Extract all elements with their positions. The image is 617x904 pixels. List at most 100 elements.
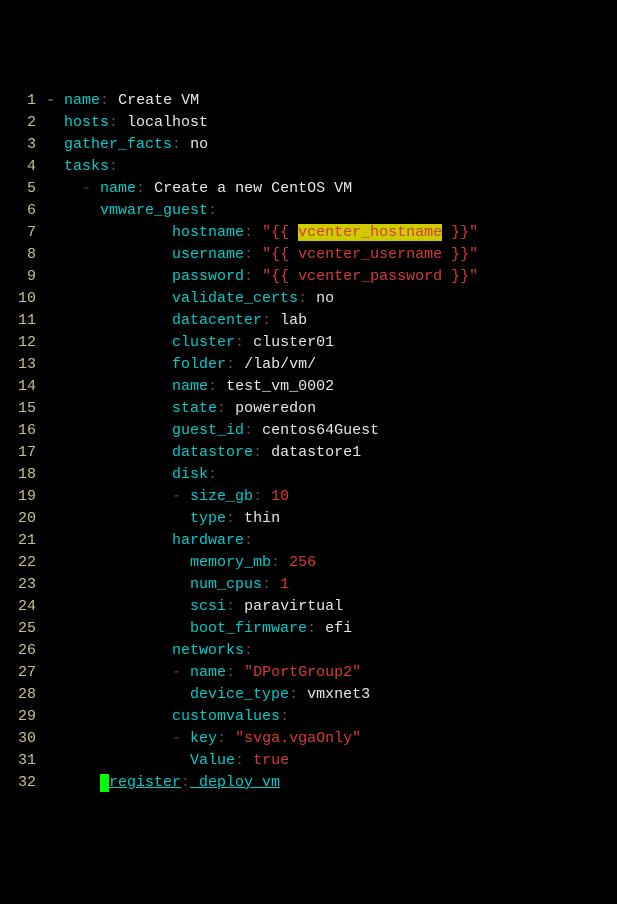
- line-content[interactable]: state: poweredon: [46, 398, 617, 420]
- code-line[interactable]: 5 - name: Create a new CentOS VM: [0, 178, 617, 200]
- token: device_type: [190, 686, 289, 703]
- code-line[interactable]: 16 guest_id: centos64Guest: [0, 420, 617, 442]
- line-content[interactable]: - name: "DPortGroup2": [46, 662, 617, 684]
- token: :: [235, 334, 244, 351]
- token: [253, 246, 262, 263]
- code-line[interactable]: 19 - size_gb: 10: [0, 486, 617, 508]
- token: [46, 598, 190, 615]
- code-line[interactable]: 26 networks:: [0, 640, 617, 662]
- token: :: [217, 730, 226, 747]
- line-content[interactable]: folder: /lab/vm/: [46, 354, 617, 376]
- token: [46, 488, 172, 505]
- code-line[interactable]: 30 - key: "svga.vgaOnly": [0, 728, 617, 750]
- code-line[interactable]: 24 scsi: paravirtual: [0, 596, 617, 618]
- line-content[interactable]: name: test_vm_0002: [46, 376, 617, 398]
- line-content[interactable]: tasks:: [46, 156, 617, 178]
- code-line[interactable]: 3 gather_facts: no: [0, 134, 617, 156]
- token: gather_facts: [64, 136, 172, 153]
- code-line[interactable]: 4 tasks:: [0, 156, 617, 178]
- code-line[interactable]: 22 memory_mb: 256: [0, 552, 617, 574]
- line-content[interactable]: customvalues:: [46, 706, 617, 728]
- code-line[interactable]: 7 hostname: "{{ vcenter_hostname }}": [0, 222, 617, 244]
- line-content[interactable]: - name: Create a new CentOS VM: [46, 178, 617, 200]
- line-content[interactable]: password: "{{ vcenter_password }}": [46, 266, 617, 288]
- line-content[interactable]: register: deploy_vm: [46, 772, 617, 794]
- line-number: 19: [0, 486, 46, 508]
- code-line[interactable]: 12 cluster: cluster01: [0, 332, 617, 354]
- line-content[interactable]: cluster: cluster01: [46, 332, 617, 354]
- line-content[interactable]: datastore: datastore1: [46, 442, 617, 464]
- token: [271, 576, 280, 593]
- line-content[interactable]: - size_gb: 10: [46, 486, 617, 508]
- line-content[interactable]: - key: "svga.vgaOnly": [46, 728, 617, 750]
- code-line[interactable]: 11 datacenter: lab: [0, 310, 617, 332]
- token: [46, 422, 172, 439]
- code-line[interactable]: 8 username: "{{ vcenter_username }}": [0, 244, 617, 266]
- line-content[interactable]: hardware:: [46, 530, 617, 552]
- code-line[interactable]: 18 disk:: [0, 464, 617, 486]
- code-line[interactable]: 27 - name: "DPortGroup2": [0, 662, 617, 684]
- code-line[interactable]: 1- name: Create VM: [0, 90, 617, 112]
- line-content[interactable]: hosts: localhost: [46, 112, 617, 134]
- line-content[interactable]: disk:: [46, 464, 617, 486]
- code-line[interactable]: 13 folder: /lab/vm/: [0, 354, 617, 376]
- line-content[interactable]: guest_id: centos64Guest: [46, 420, 617, 442]
- line-content[interactable]: type: thin: [46, 508, 617, 530]
- code-line[interactable]: 15 state: poweredon: [0, 398, 617, 420]
- code-line[interactable]: 9 password: "{{ vcenter_password }}": [0, 266, 617, 288]
- token: :: [235, 752, 244, 769]
- token: size_gb: [190, 488, 253, 505]
- code-line[interactable]: 28 device_type: vmxnet3: [0, 684, 617, 706]
- code-line[interactable]: 29 customvalues:: [0, 706, 617, 728]
- line-content[interactable]: boot_firmware: efi: [46, 618, 617, 640]
- token: [46, 312, 172, 329]
- token: :: [100, 92, 109, 109]
- token: localhost: [118, 114, 208, 131]
- token: [46, 620, 190, 637]
- line-content[interactable]: num_cpus: 1: [46, 574, 617, 596]
- token: [46, 686, 190, 703]
- code-line[interactable]: 6 vmware_guest:: [0, 200, 617, 222]
- token: key: [190, 730, 217, 747]
- token: [46, 268, 172, 285]
- line-content[interactable]: - name: Create VM: [46, 90, 617, 112]
- code-line[interactable]: 21 hardware:: [0, 530, 617, 552]
- line-content[interactable]: gather_facts: no: [46, 134, 617, 156]
- token: :: [244, 532, 253, 549]
- line-content[interactable]: validate_certs: no: [46, 288, 617, 310]
- line-content[interactable]: networks:: [46, 640, 617, 662]
- token: hostname: [172, 224, 244, 241]
- token: paravirtual: [235, 598, 343, 615]
- code-line[interactable]: 20 type: thin: [0, 508, 617, 530]
- line-number: 30: [0, 728, 46, 750]
- token: name: [190, 664, 226, 681]
- line-number: 29: [0, 706, 46, 728]
- line-content[interactable]: hostname: "{{ vcenter_hostname }}": [46, 222, 617, 244]
- code-line[interactable]: 14 name: test_vm_0002: [0, 376, 617, 398]
- code-line[interactable]: 32 register: deploy_vm: [0, 772, 617, 794]
- line-content[interactable]: device_type: vmxnet3: [46, 684, 617, 706]
- line-number: 22: [0, 552, 46, 574]
- line-content[interactable]: vmware_guest:: [46, 200, 617, 222]
- token: :: [244, 422, 253, 439]
- token: [280, 554, 289, 571]
- line-content[interactable]: scsi: paravirtual: [46, 596, 617, 618]
- token: [46, 708, 172, 725]
- code-line[interactable]: 17 datastore: datastore1: [0, 442, 617, 464]
- code-editor[interactable]: 1- name: Create VM2 hosts: localhost3 ga…: [0, 88, 617, 794]
- line-content[interactable]: memory_mb: 256: [46, 552, 617, 574]
- line-content[interactable]: Value: true: [46, 750, 617, 772]
- code-line[interactable]: 2 hosts: localhost: [0, 112, 617, 134]
- token: "DPortGroup2": [244, 664, 361, 681]
- line-number: 12: [0, 332, 46, 354]
- code-line[interactable]: 23 num_cpus: 1: [0, 574, 617, 596]
- line-content[interactable]: username: "{{ vcenter_username }}": [46, 244, 617, 266]
- token: true: [253, 752, 289, 769]
- token: :: [109, 114, 118, 131]
- token: no: [181, 136, 208, 153]
- token: [46, 576, 190, 593]
- line-content[interactable]: datacenter: lab: [46, 310, 617, 332]
- code-line[interactable]: 31 Value: true: [0, 750, 617, 772]
- code-line[interactable]: 25 boot_firmware: efi: [0, 618, 617, 640]
- code-line[interactable]: 10 validate_certs: no: [0, 288, 617, 310]
